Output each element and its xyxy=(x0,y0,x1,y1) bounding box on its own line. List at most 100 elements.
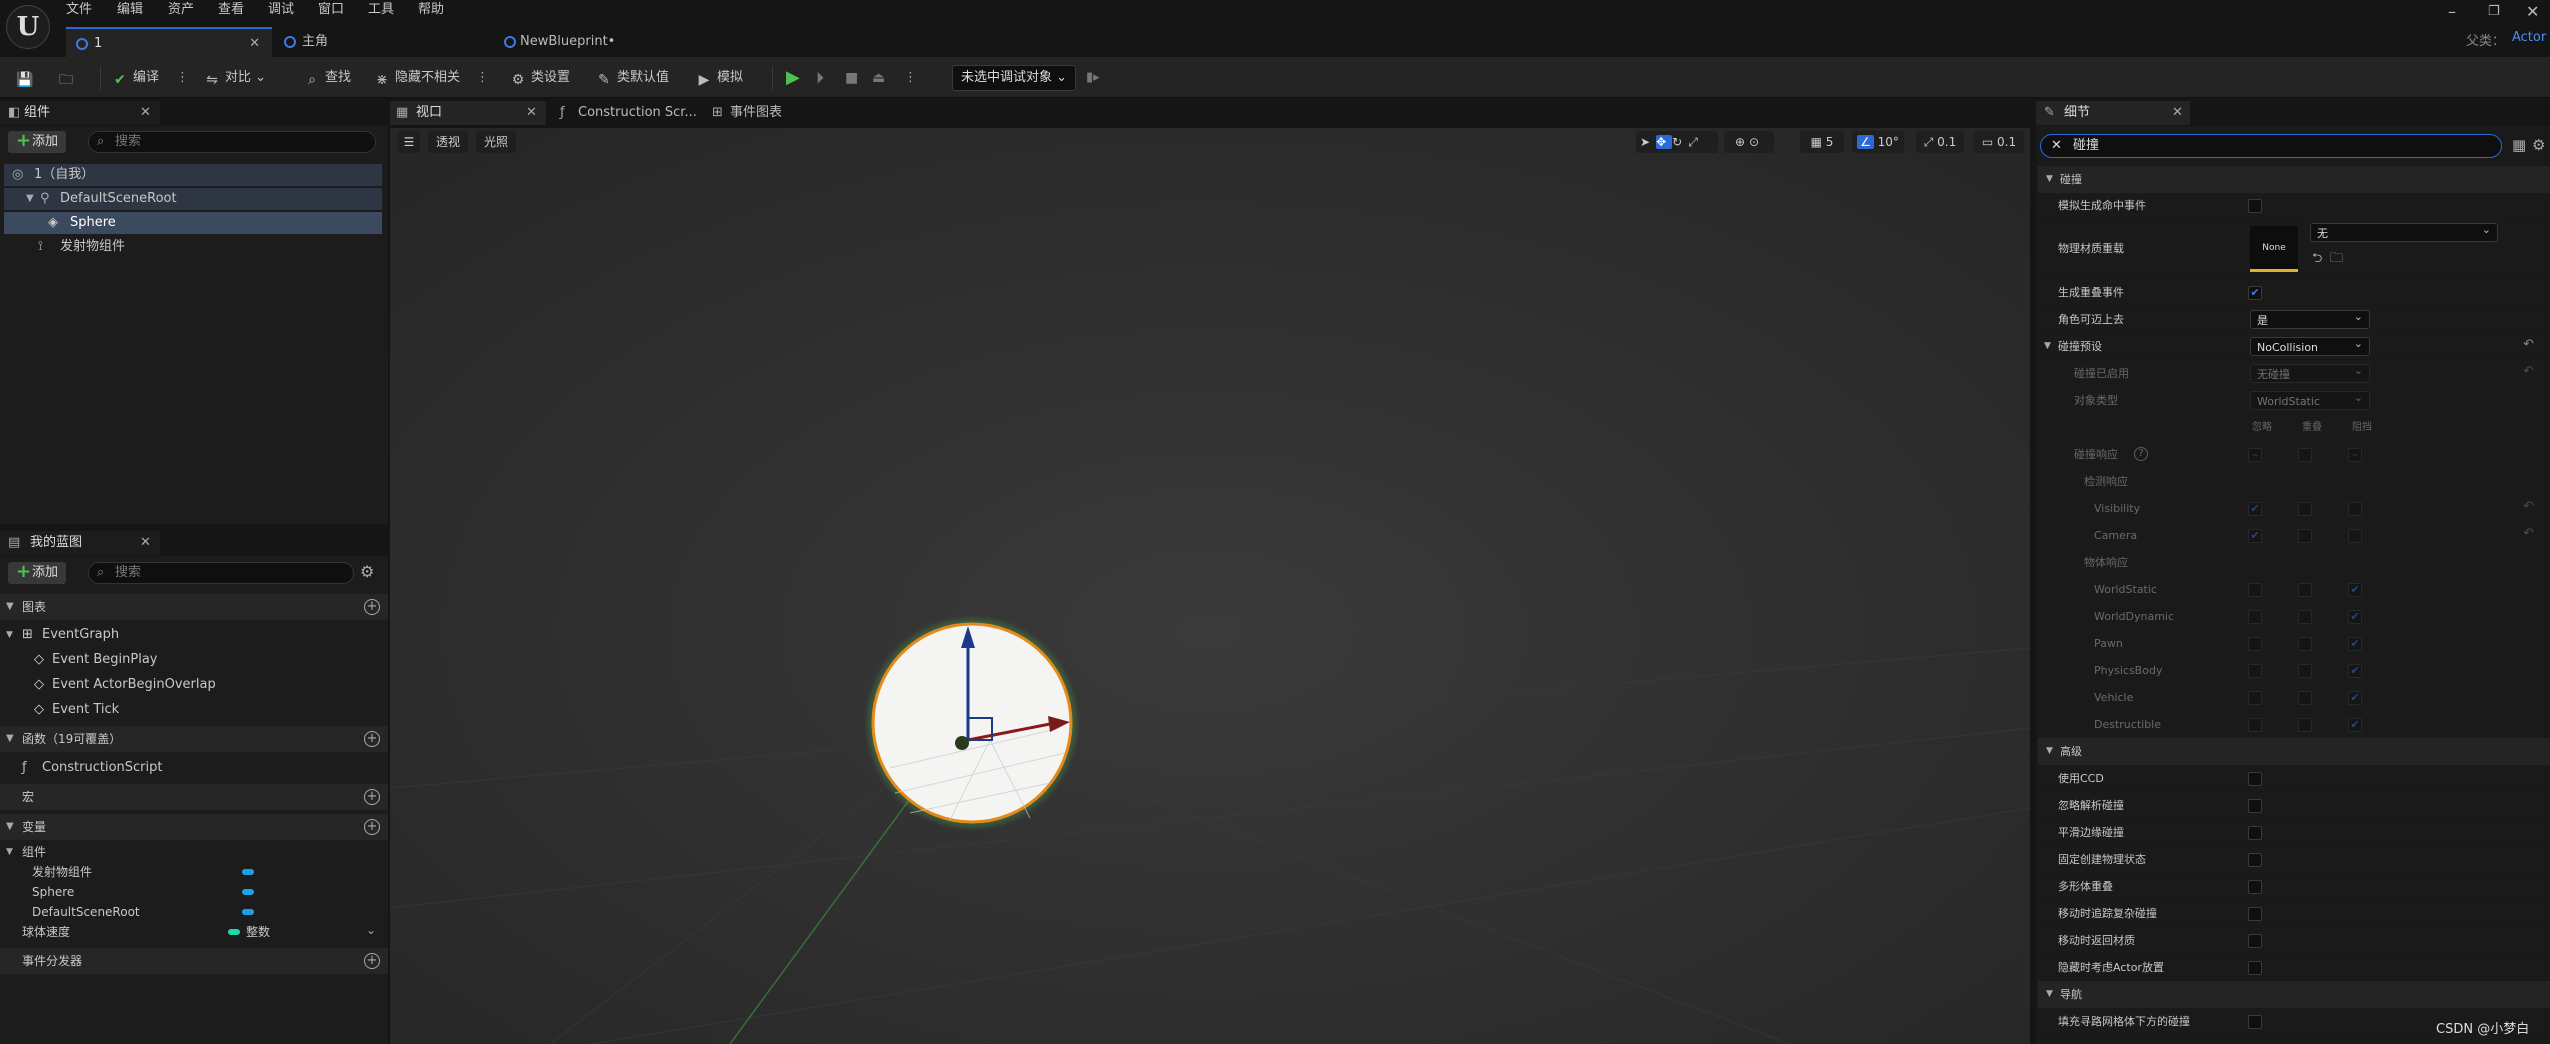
event-graph-item[interactable]: ▼ ⊞ EventGraph xyxy=(6,624,119,646)
surface-snap-icon[interactable]: ⊙ xyxy=(1749,135,1763,149)
presets-select[interactable]: NoCollision xyxy=(2250,334,2370,356)
components-search-input[interactable]: ⌕ 搜索 xyxy=(88,131,376,153)
debug-target-select[interactable]: 未选中调试对象 ⌄ xyxy=(952,65,1076,91)
phys-material-select[interactable]: 无 xyxy=(2310,220,2498,242)
response-checkbox[interactable] xyxy=(2348,529,2362,543)
tree-item-defaultsceneroot[interactable]: ▼ ⚲ DefaultSceneRoot xyxy=(4,188,382,210)
add-member-button[interactable]: 添加 xyxy=(8,561,67,584)
find-button[interactable]: ⌕ 查找 xyxy=(304,66,351,90)
sim-hit-checkbox[interactable] xyxy=(2248,199,2262,213)
compile-button[interactable]: ✔ 编译 xyxy=(112,66,159,90)
graphs-section[interactable]: ▼ 图表 + xyxy=(0,594,388,620)
add-variable-icon[interactable]: + xyxy=(364,819,380,835)
menu-help[interactable]: 帮助 xyxy=(418,0,444,20)
browse-icon[interactable]: 🗀 xyxy=(58,66,79,90)
variable-row[interactable]: 发射物组件 xyxy=(32,861,382,883)
details-tab[interactable]: ✎ 细节 ✕ xyxy=(2036,101,2190,125)
material-thumbnail[interactable]: None xyxy=(2250,226,2298,272)
expand-icon[interactable]: ▼ xyxy=(6,841,13,863)
response-checkbox[interactable] xyxy=(2298,718,2312,732)
diff-button[interactable]: ⇋ 对比 ⌄ xyxy=(204,66,266,90)
hide-unrelated-button[interactable]: ⋇ 隐藏不相关 xyxy=(374,66,460,90)
functions-section[interactable]: ▼ 函数（19可覆盖） + xyxy=(0,726,388,752)
response-checkbox[interactable]: ✔ xyxy=(2348,637,2362,651)
type-label[interactable]: 整数 xyxy=(246,921,270,943)
response-checkbox[interactable]: – xyxy=(2248,448,2262,462)
response-checkbox[interactable] xyxy=(2348,502,2362,516)
myblueprint-tab[interactable]: ▤ 我的蓝图 ✕ xyxy=(0,531,160,555)
add-macro-icon[interactable]: + xyxy=(364,789,380,805)
reset-icon[interactable]: ↶ xyxy=(2523,337,2534,352)
response-checkbox[interactable] xyxy=(2248,583,2262,597)
restore-icon[interactable]: ❐ xyxy=(2488,4,2500,19)
object-type-select[interactable]: WorldStatic xyxy=(2250,388,2370,410)
navigation-section[interactable]: ▼ 导航 xyxy=(2038,981,2550,1008)
add-function-icon[interactable]: + xyxy=(364,731,380,747)
components-tab[interactable]: ◧ 组件 ✕ xyxy=(0,101,160,125)
advanced-section[interactable]: ▼ 高级 xyxy=(2038,738,2550,765)
response-checkbox[interactable]: ✔ xyxy=(2348,664,2362,678)
response-checkbox[interactable] xyxy=(2298,691,2312,705)
doc-tab-hero[interactable]: 主角 xyxy=(274,27,494,57)
menu-view[interactable]: 查看 xyxy=(218,0,244,20)
close-icon[interactable]: ✕ xyxy=(249,29,260,59)
advanced-checkbox[interactable] xyxy=(2248,880,2262,894)
expand-icon[interactable]: ▼ xyxy=(2044,333,2051,360)
advanced-checkbox[interactable] xyxy=(2248,961,2262,975)
menu-debug[interactable]: 调试 xyxy=(268,0,294,20)
function-item[interactable]: ƒ ConstructionScript xyxy=(22,757,162,779)
eject-icon[interactable]: ⏏ xyxy=(872,66,885,90)
response-checkbox[interactable] xyxy=(2298,448,2312,462)
select-icon[interactable]: ➤ xyxy=(1640,135,1656,149)
tree-item-sphere[interactable]: ◈ Sphere xyxy=(4,212,382,234)
response-checkbox[interactable]: ✔ xyxy=(2348,610,2362,624)
camera-speed-button[interactable]: ▭ 0.1 xyxy=(1974,131,2024,153)
play-options-icon[interactable]: ⋮ xyxy=(904,66,917,90)
step-icon[interactable]: ⏵ xyxy=(816,66,824,90)
scale-icon[interactable]: ⤢ xyxy=(1688,135,1704,149)
menu-file[interactable]: 文件 xyxy=(66,0,92,20)
reset-icon[interactable]: ↶ xyxy=(2523,364,2534,379)
rotate-icon[interactable]: ↻ xyxy=(1672,135,1688,149)
chevron-down-icon[interactable]: ⌄ xyxy=(366,919,376,941)
can-step-select[interactable]: 是 xyxy=(2250,307,2370,329)
viewport[interactable] xyxy=(390,128,2030,1044)
transform-tools[interactable]: ➤✥↻⤢ xyxy=(1636,131,1718,153)
close-icon[interactable]: ✕ xyxy=(140,101,151,125)
response-checkbox[interactable]: ✔ xyxy=(2348,718,2362,732)
settings-gear-icon[interactable]: ⚙ xyxy=(2532,136,2545,154)
variable-row[interactable]: DefaultSceneRoot xyxy=(32,901,382,923)
response-checkbox[interactable] xyxy=(2248,664,2262,678)
tab-construction[interactable]: ƒ Construction Scr... xyxy=(552,101,702,125)
tree-item-self[interactable]: ◎ 1（自我） xyxy=(4,164,382,186)
window-close-icon[interactable]: ✕ xyxy=(2526,2,2539,21)
response-checkbox[interactable]: ✔ xyxy=(2348,691,2362,705)
close-icon[interactable]: ✕ xyxy=(140,531,151,555)
hide-options-icon[interactable]: ⋮ xyxy=(476,66,489,90)
menu-window[interactable]: 窗口 xyxy=(318,0,344,20)
components-var-group[interactable]: ▼ 组件 xyxy=(6,841,46,863)
macros-section[interactable]: 宏 + xyxy=(0,784,388,810)
response-checkbox[interactable] xyxy=(2298,529,2312,543)
response-checkbox[interactable]: ✔ xyxy=(2248,529,2262,543)
menu-edit[interactable]: 编辑 xyxy=(117,0,143,20)
lit-button[interactable]: 光照 xyxy=(476,131,516,153)
unreal-logo-icon[interactable]: U xyxy=(6,5,50,49)
variable-row[interactable]: Sphere xyxy=(32,881,382,903)
minimize-icon[interactable]: – xyxy=(2448,2,2456,21)
gen-overlap-checkbox[interactable]: ✔ xyxy=(2248,286,2262,300)
response-checkbox[interactable] xyxy=(2248,637,2262,651)
response-checkbox[interactable] xyxy=(2248,691,2262,705)
event-item[interactable]: ◇ Event BeginPlay xyxy=(34,649,158,671)
advanced-checkbox[interactable] xyxy=(2248,826,2262,840)
advanced-checkbox[interactable] xyxy=(2248,934,2262,948)
viewport-menu-icon[interactable]: ☰ xyxy=(398,131,420,153)
event-item[interactable]: ◇ Event Tick xyxy=(34,699,119,721)
add-component-button[interactable]: 添加 xyxy=(8,130,67,153)
parent-class-link[interactable]: Actor xyxy=(2512,30,2546,45)
response-checkbox[interactable]: ✔ xyxy=(2248,502,2262,516)
perspective-button[interactable]: 透视 xyxy=(428,131,468,153)
nav-checkbox[interactable] xyxy=(2248,1015,2262,1029)
help-icon[interactable]: ? xyxy=(2134,447,2148,461)
event-item[interactable]: ◇ Event ActorBeginOverlap xyxy=(34,674,216,696)
